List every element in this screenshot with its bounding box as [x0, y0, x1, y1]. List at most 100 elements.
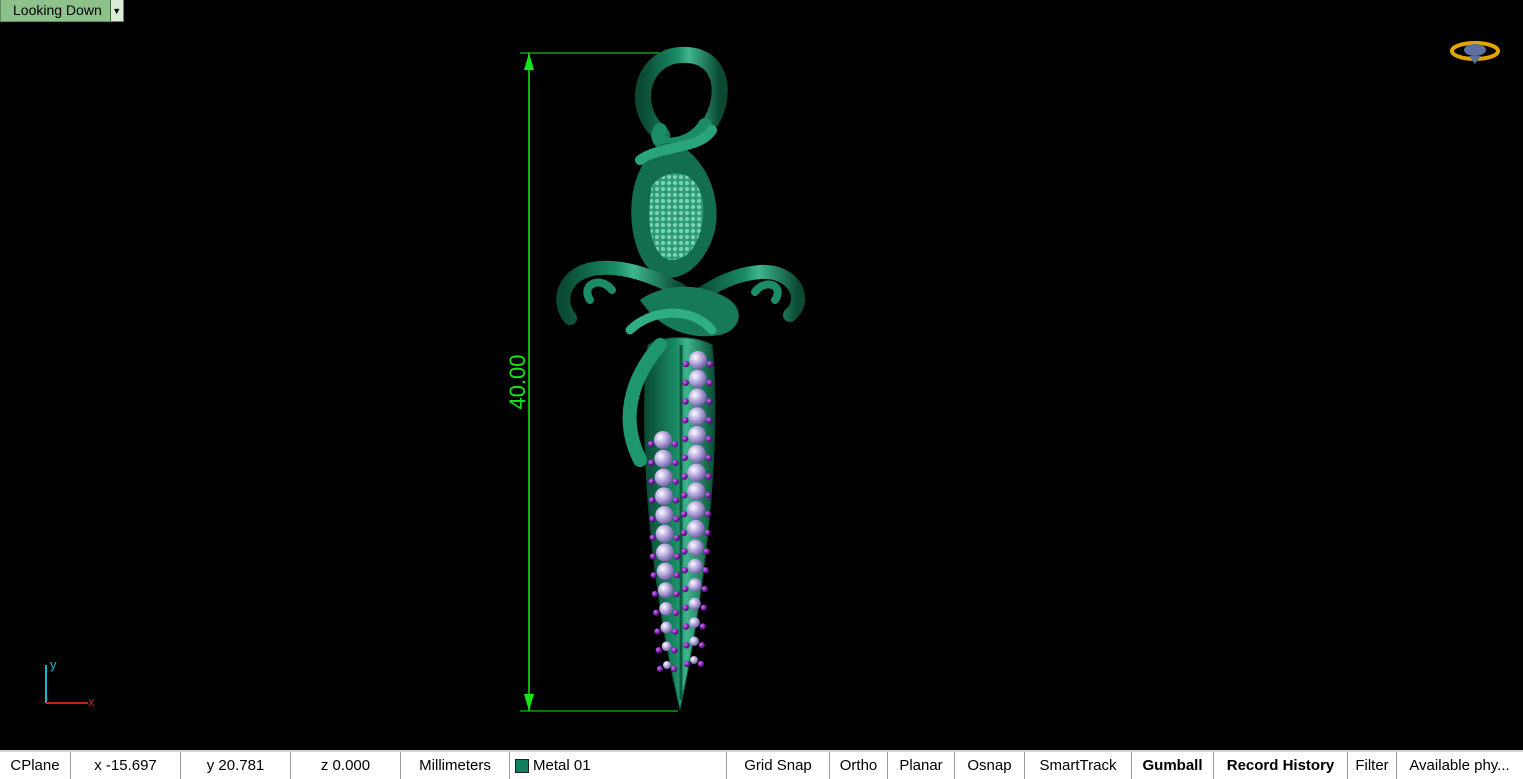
gem-small — [699, 623, 707, 630]
gem-large — [687, 463, 706, 482]
gem-large — [659, 601, 673, 616]
gem-small — [655, 647, 662, 654]
gem-small — [681, 435, 689, 443]
gem-small — [682, 398, 689, 405]
units-selector[interactable]: Millimeters — [401, 752, 510, 779]
gem-large — [687, 444, 706, 463]
gem-small — [683, 642, 690, 649]
gem-large — [660, 621, 673, 634]
gem-small — [682, 604, 689, 611]
viewport-title-tab[interactable]: Looking Down ▼ — [0, 0, 124, 22]
pendant-crossguard — [556, 260, 806, 337]
planar-toggle[interactable]: Planar — [888, 752, 955, 779]
viewport-title[interactable]: Looking Down — [1, 0, 110, 21]
gem-small — [700, 604, 708, 611]
gem-small — [706, 398, 713, 405]
gem-small — [649, 515, 656, 523]
gem-small — [649, 553, 657, 560]
gem-small — [647, 440, 655, 448]
gem-small — [697, 660, 705, 668]
gem-small — [650, 572, 657, 579]
gem-large — [690, 656, 698, 664]
gem-large — [654, 431, 672, 449]
gem-small — [672, 609, 679, 616]
gem-small — [682, 379, 689, 386]
gem-large — [688, 578, 702, 592]
gem-small — [680, 529, 688, 536]
y-coordinate: y 20.781 — [181, 752, 291, 779]
gem-small — [682, 360, 690, 368]
gem-small — [681, 548, 688, 555]
gumball-toggle[interactable]: Gumball — [1132, 752, 1214, 779]
gem-small — [651, 590, 659, 598]
gem-large — [687, 539, 704, 556]
gem-small — [656, 665, 664, 673]
gem-large — [688, 388, 707, 407]
gem-small — [681, 454, 688, 461]
gem-small — [681, 473, 688, 480]
gem-small — [648, 478, 655, 485]
gem-large — [663, 661, 671, 669]
gem-small — [648, 497, 656, 504]
ortho-toggle[interactable]: Ortho — [830, 752, 888, 779]
gem-large — [689, 617, 700, 628]
gem-small — [671, 647, 678, 654]
gem-large — [688, 407, 707, 426]
gem-large — [688, 369, 707, 388]
gem-large — [655, 487, 673, 506]
gem-large — [656, 562, 674, 580]
gem-large — [657, 582, 674, 598]
layer-name: Metal 01 — [533, 757, 591, 774]
gem-small — [682, 623, 690, 630]
gem-small — [673, 534, 680, 541]
x-coordinate: x -15.697 — [71, 752, 181, 779]
gem-small — [672, 478, 679, 485]
gem-small — [702, 567, 709, 574]
gem-large — [689, 351, 707, 369]
osnap-toggle[interactable]: Osnap — [955, 752, 1025, 779]
gem-large — [656, 543, 674, 562]
gem-small — [671, 628, 679, 635]
gem-small — [706, 379, 713, 386]
navigation-widget-icon[interactable] — [1449, 36, 1501, 66]
filter-button[interactable]: Filter — [1348, 752, 1397, 779]
gem-small — [671, 440, 679, 448]
gem-small — [673, 590, 680, 598]
gem-small — [648, 459, 655, 466]
gem-small — [705, 435, 713, 443]
gem-large — [655, 506, 674, 524]
gem-large — [688, 597, 701, 610]
record-history-toggle[interactable]: Record History — [1214, 752, 1348, 779]
gem-small — [704, 529, 711, 536]
cplane-button[interactable]: CPlane — [0, 752, 71, 779]
gem-large — [654, 449, 673, 468]
gem-small — [701, 585, 708, 593]
axis-x-label: x — [88, 694, 95, 709]
gem-small — [682, 585, 689, 593]
gem-large — [686, 519, 705, 538]
gem-small — [682, 417, 689, 424]
gem-small — [673, 553, 681, 560]
gem-small — [654, 628, 661, 635]
grid-snap-toggle[interactable]: Grid Snap — [727, 752, 830, 779]
gem-small — [705, 492, 712, 499]
gem-small — [673, 572, 681, 579]
gem-small — [706, 417, 713, 424]
gem-small — [670, 665, 678, 673]
smarttrack-toggle[interactable]: SmartTrack — [1025, 752, 1132, 779]
layer-selector[interactable]: Metal 01 — [510, 752, 727, 779]
status-bar: CPlane x -15.697 y 20.781 z 0.000 Millim… — [0, 750, 1523, 779]
pendant-model-scene[interactable]: 40.00 — [0, 0, 1523, 750]
gem-small — [705, 473, 712, 480]
gem-large — [687, 482, 706, 501]
gem-large — [654, 468, 673, 487]
gem-small — [703, 548, 710, 555]
chevron-down-icon[interactable]: ▼ — [109, 0, 123, 21]
gem-small — [706, 360, 714, 368]
gem-large — [689, 636, 699, 646]
3d-viewport[interactable]: 40.00 Looking Down ▼ y x — [0, 0, 1523, 750]
gem-large — [655, 524, 674, 543]
axis-y-label: y — [50, 657, 57, 672]
gem-small — [672, 459, 679, 466]
gem-small — [653, 609, 660, 616]
